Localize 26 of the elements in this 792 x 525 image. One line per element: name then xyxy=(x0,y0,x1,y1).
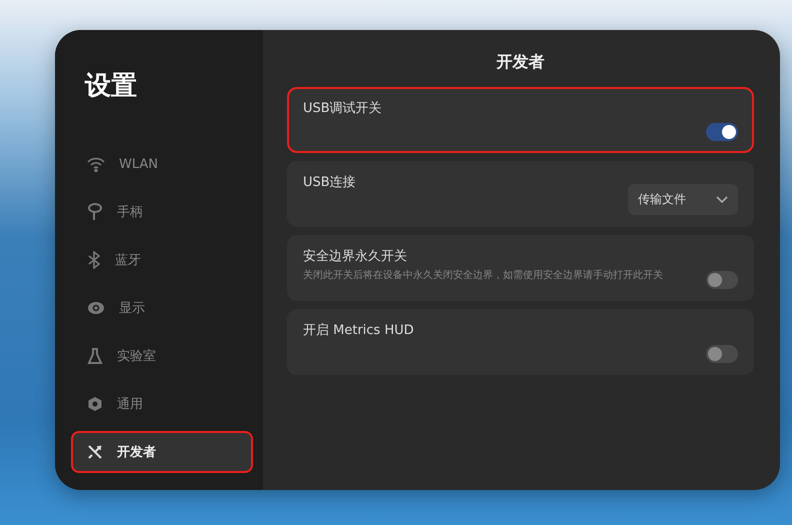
setting-label: 安全边界永久开关 xyxy=(303,248,408,265)
setting-label: 开启 Metrics HUD xyxy=(303,322,414,339)
page-title: 开发者 xyxy=(496,52,546,73)
sidebar-item[interactable]: 手柄 xyxy=(71,191,253,233)
controller-icon xyxy=(87,203,103,221)
hexagon-icon xyxy=(87,396,103,412)
eye-icon xyxy=(87,301,105,315)
sidebar-item[interactable]: WLAN xyxy=(71,143,253,185)
toggle-switch[interactable] xyxy=(706,123,738,141)
tools-icon xyxy=(87,444,103,460)
wifi-icon xyxy=(87,156,105,172)
settings-title: 设置 xyxy=(85,70,138,103)
toggle-switch[interactable] xyxy=(706,345,738,363)
toggle-switch[interactable] xyxy=(706,271,738,289)
sidebar-item[interactable]: 通用 xyxy=(71,383,253,425)
setting-label: USB调试开关 xyxy=(303,100,382,117)
sidebar-item[interactable]: 实验室 xyxy=(71,335,253,377)
flask-icon xyxy=(87,348,103,364)
setting-description: 关闭此开关后将在设备中永久关闭安全边界，如需使用安全边界请手动打开此开关 xyxy=(303,268,663,282)
bluetooth-icon xyxy=(87,251,101,269)
setting-label: USB连接 xyxy=(303,174,356,191)
sidebar-item[interactable]: 蓝牙 xyxy=(71,239,253,281)
sidebar-item[interactable]: 开发者 xyxy=(71,431,253,473)
sidebar-item[interactable]: 显示 xyxy=(71,287,253,329)
chevron-down-icon xyxy=(716,196,728,204)
dropdown[interactable]: 传输文件 xyxy=(628,184,738,215)
